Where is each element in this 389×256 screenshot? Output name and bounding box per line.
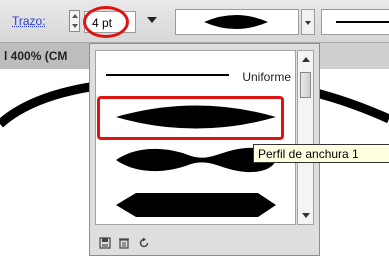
- profile-dropdown-button[interactable]: [301, 9, 315, 35]
- profile-tooltip: Perfil de anchura 1: [253, 144, 389, 163]
- document-tab-label: l 400% (CM: [4, 49, 68, 63]
- width-stepper[interactable]: [69, 10, 80, 32]
- scroll-thumb[interactable]: [300, 72, 311, 98]
- stepper-up-icon[interactable]: [72, 14, 78, 18]
- uniform-line-icon: [106, 74, 229, 76]
- profile-preview-shape: [204, 15, 268, 29]
- document-tab[interactable]: l 400% (CM: [0, 43, 101, 69]
- stepper-down-icon[interactable]: [72, 24, 78, 28]
- profile-list-scrollbar[interactable]: [297, 50, 314, 225]
- control-toolbar: Trazo: 4 pt: [0, 0, 389, 43]
- brush-definition-selector[interactable]: [321, 9, 389, 35]
- profile-item-hexagon[interactable]: [96, 183, 295, 223]
- tooltip-text: Perfil de anchura 1: [258, 147, 359, 161]
- brush-line-preview: [336, 21, 389, 23]
- hexagon-profile-icon: [116, 193, 276, 217]
- variable-width-profile-selector[interactable]: [175, 9, 299, 35]
- scroll-up-icon[interactable]: [302, 57, 310, 62]
- width-dropdown-icon[interactable]: [147, 17, 157, 23]
- delete-icon[interactable]: [118, 237, 130, 249]
- reset-icon[interactable]: [138, 237, 150, 249]
- scroll-down-icon[interactable]: [302, 213, 310, 218]
- profile-item-uniform[interactable]: Uniforme: [96, 55, 295, 95]
- stroke-label[interactable]: Trazo:: [12, 14, 46, 28]
- profile-item-label: Uniforme: [242, 70, 291, 84]
- save-icon[interactable]: [99, 237, 111, 249]
- selected-profile-highlight: [97, 96, 284, 140]
- highlight-circle: [83, 6, 129, 38]
- chevron-down-icon: [305, 21, 311, 25]
